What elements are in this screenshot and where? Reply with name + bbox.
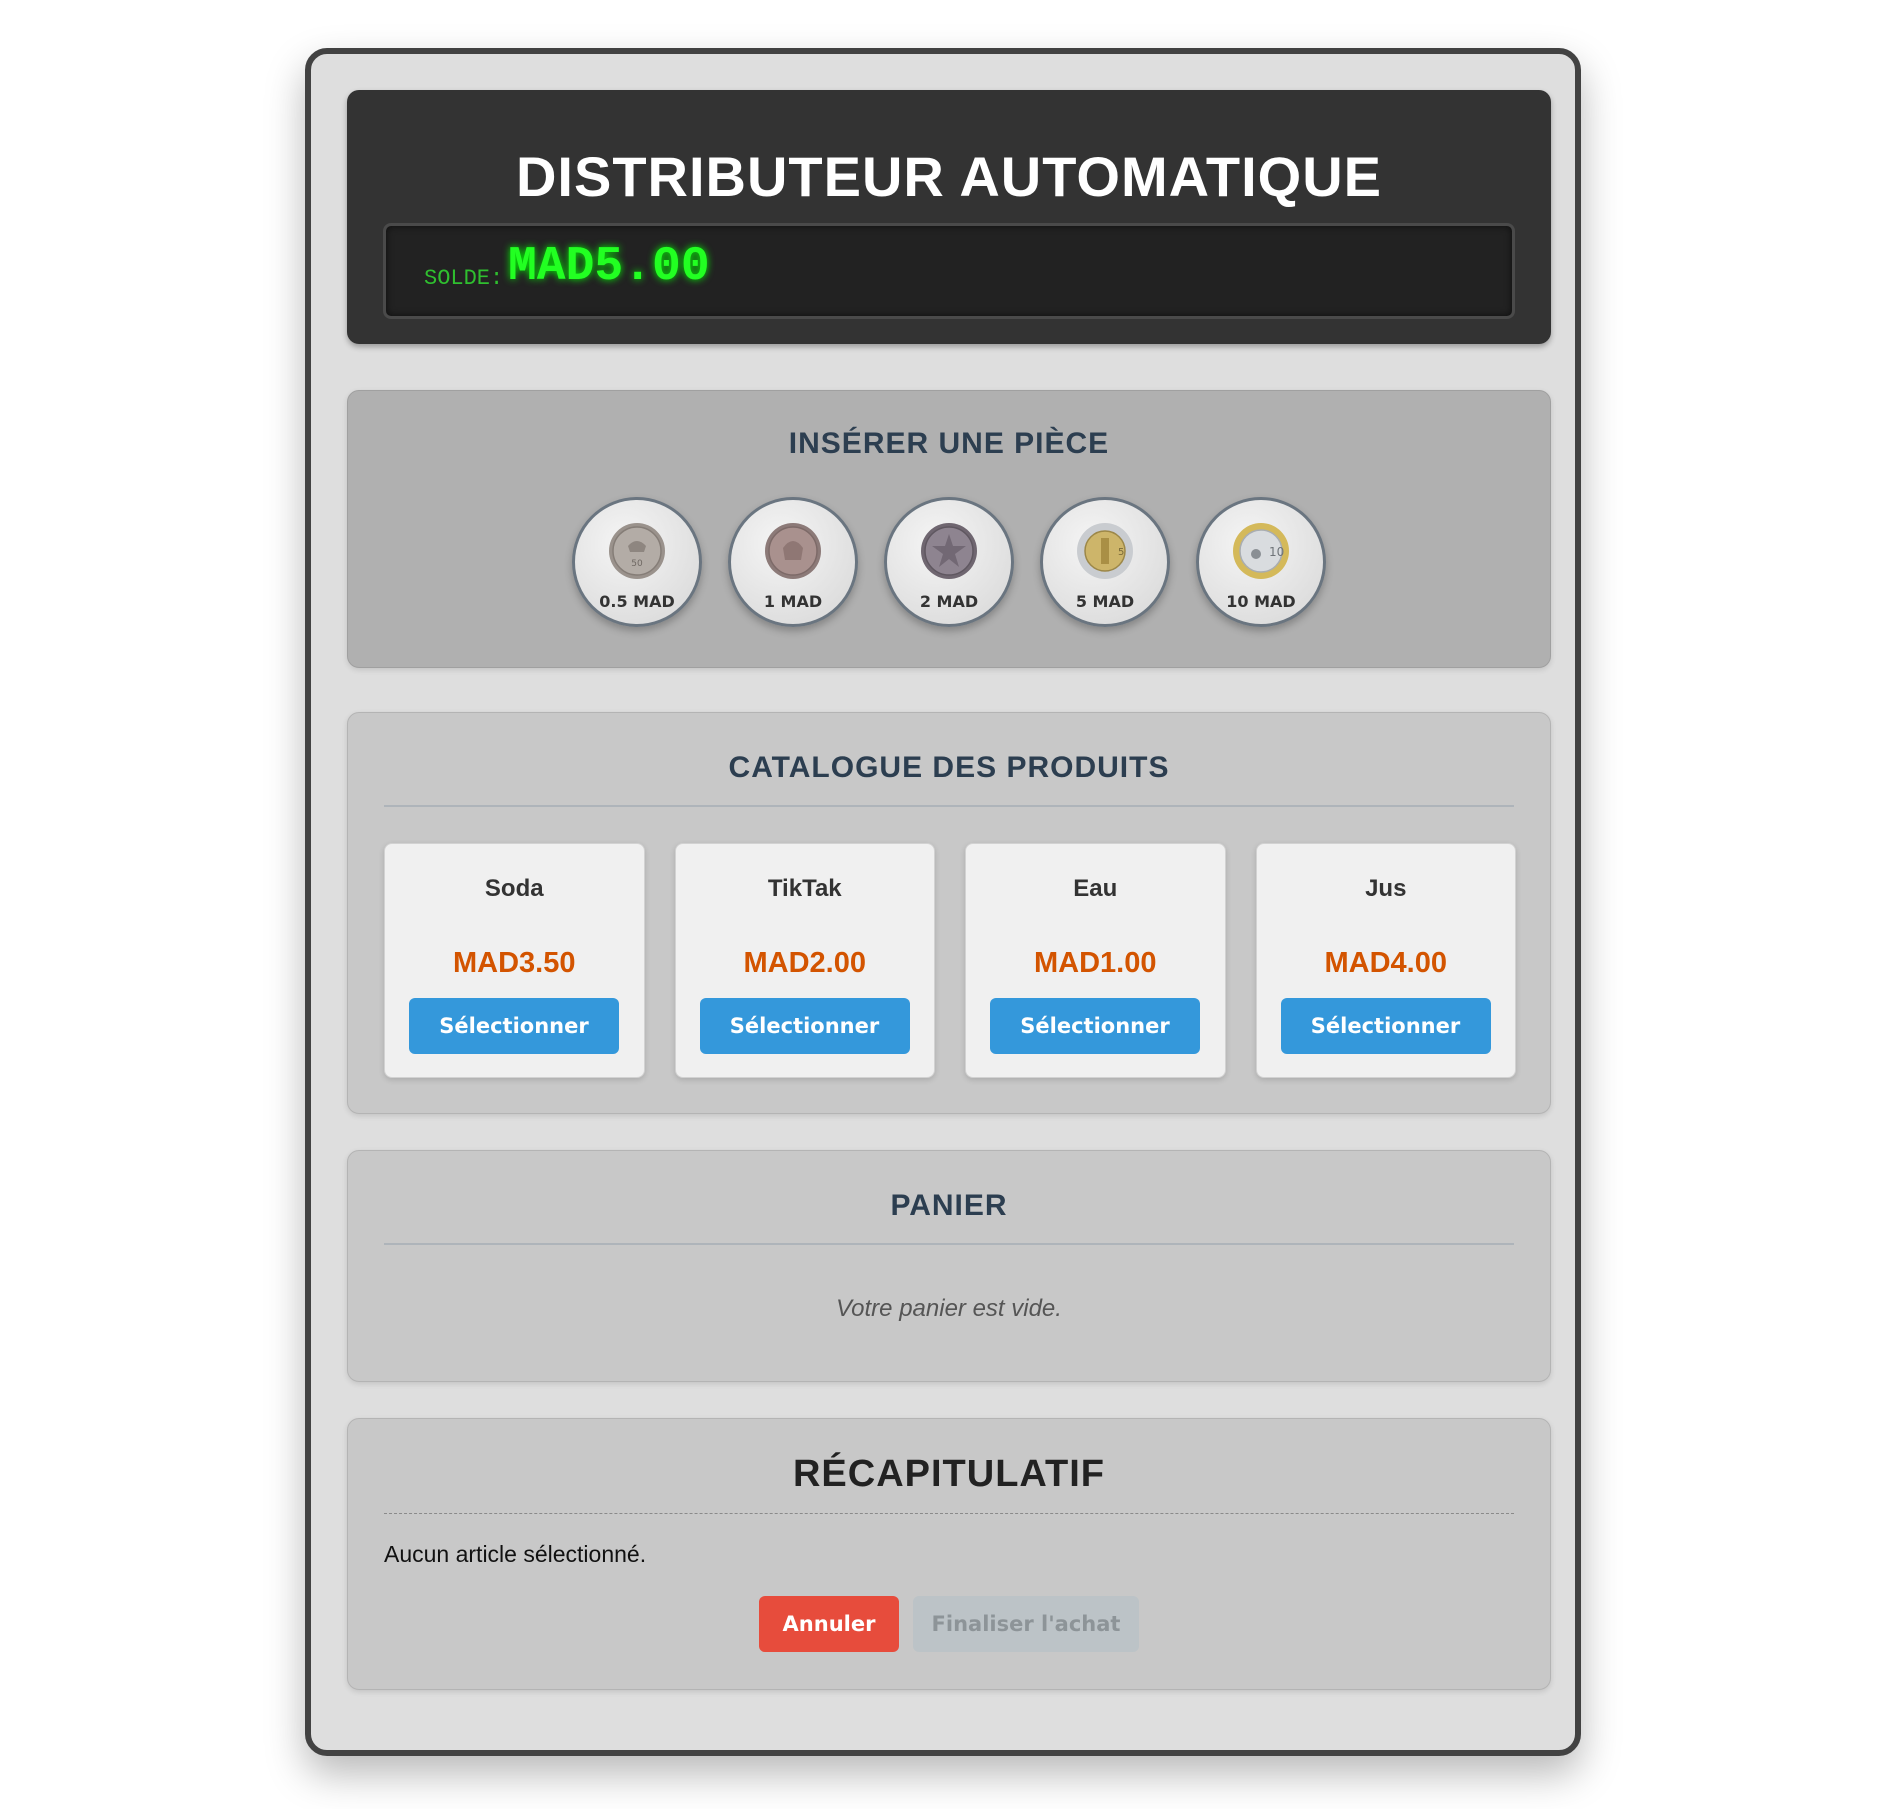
summary-actions: Annuler Finaliser l'achat — [348, 1596, 1550, 1652]
coin-label: 0.5 MAD — [599, 592, 675, 611]
coin-button-0-5-mad[interactable]: 50 0.5 MAD — [572, 497, 702, 627]
product-card-soda: Soda MAD3.50 Sélectionner — [384, 843, 645, 1078]
coin-label: 1 MAD — [763, 592, 823, 611]
product-name: Jus — [1365, 875, 1407, 902]
svg-text:10: 10 — [1269, 545, 1284, 559]
summary-message: Aucun article sélectionné. — [384, 1541, 647, 1567]
coin-insert-section: INSÉRER UNE PIÈCE 50 0.5 MAD 1 MAD 2 MAD — [347, 390, 1551, 668]
coin-list: 50 0.5 MAD 1 MAD 2 MAD 5 5 MAD 10 10 MAD — [348, 497, 1550, 627]
balance-display: SOLDE: MAD5.00 — [383, 223, 1515, 319]
product-name: Eau — [1073, 875, 1118, 902]
vending-machine: DISTRIBUTEUR AUTOMATIQUE SOLDE: MAD5.00 … — [305, 48, 1581, 1756]
product-card-eau: Eau MAD1.00 Sélectionner — [965, 843, 1226, 1078]
divider — [384, 805, 1514, 807]
svg-text:5: 5 — [1118, 547, 1124, 558]
select-tiktak-button[interactable]: Sélectionner — [699, 998, 910, 1054]
product-catalog-section: CATALOGUE DES PRODUITS Soda MAD3.50 Séle… — [347, 712, 1551, 1114]
select-jus-button[interactable]: Sélectionner — [1280, 998, 1491, 1054]
coin-button-5-mad[interactable]: 5 5 MAD — [1040, 497, 1170, 627]
divider — [384, 1243, 1514, 1245]
coin-10-mad-icon: 10 — [1232, 522, 1290, 580]
product-list: Soda MAD3.50 Sélectionner TikTak MAD2.00… — [384, 843, 1516, 1078]
coin-1-mad-icon — [764, 522, 822, 580]
coin-label: 10 MAD — [1226, 592, 1296, 611]
balance-value: MAD5.00 — [508, 240, 710, 294]
product-price: MAD4.00 — [1324, 947, 1448, 979]
select-eau-button[interactable]: Sélectionner — [990, 998, 1200, 1054]
coin-5-mad-icon: 5 — [1076, 522, 1134, 580]
catalog-title: CATALOGUE DES PRODUITS — [728, 751, 1170, 784]
product-card-tiktak: TikTak MAD2.00 Sélectionner — [674, 843, 935, 1078]
machine-header: DISTRIBUTEUR AUTOMATIQUE SOLDE: MAD5.00 — [347, 90, 1551, 344]
coin-button-2-mad[interactable]: 2 MAD — [884, 497, 1014, 627]
product-price: MAD1.00 — [1034, 947, 1157, 979]
coin-label: 2 MAD — [919, 592, 979, 611]
product-name: TikTak — [767, 875, 842, 902]
divider — [384, 1513, 1514, 1514]
coin-2-mad-icon — [920, 522, 978, 580]
product-card-jus: Jus MAD4.00 Sélectionner — [1255, 843, 1516, 1078]
coin-button-1-mad[interactable]: 1 MAD — [728, 497, 858, 627]
coin-button-10-mad[interactable]: 10 10 MAD — [1196, 497, 1326, 627]
cart-empty-message: Votre panier est vide. — [836, 1295, 1062, 1322]
cart-section: PANIER Votre panier est vide. — [347, 1150, 1551, 1382]
product-name: Soda — [484, 875, 544, 902]
summary-section: RÉCAPITULATIF Aucun article sélectionné.… — [347, 1418, 1551, 1690]
product-price: MAD3.50 — [453, 947, 576, 979]
coin-0-5-mad-icon: 50 — [608, 522, 666, 580]
cart-title: PANIER — [890, 1189, 1008, 1222]
svg-text:50: 50 — [631, 559, 643, 569]
summary-title: RÉCAPITULATIF — [792, 1453, 1106, 1495]
cancel-button[interactable]: Annuler — [759, 1596, 899, 1652]
balance-label: SOLDE: — [424, 266, 504, 291]
coins-title: INSÉRER UNE PIÈCE — [788, 427, 1110, 460]
product-price: MAD2.00 — [743, 947, 867, 979]
page-title: DISTRIBUTEUR AUTOMATIQUE — [515, 145, 1383, 208]
select-soda-button[interactable]: Sélectionner — [409, 998, 619, 1054]
coin-label: 5 MAD — [1075, 592, 1135, 611]
finalize-purchase-button[interactable]: Finaliser l'achat — [913, 1596, 1139, 1652]
